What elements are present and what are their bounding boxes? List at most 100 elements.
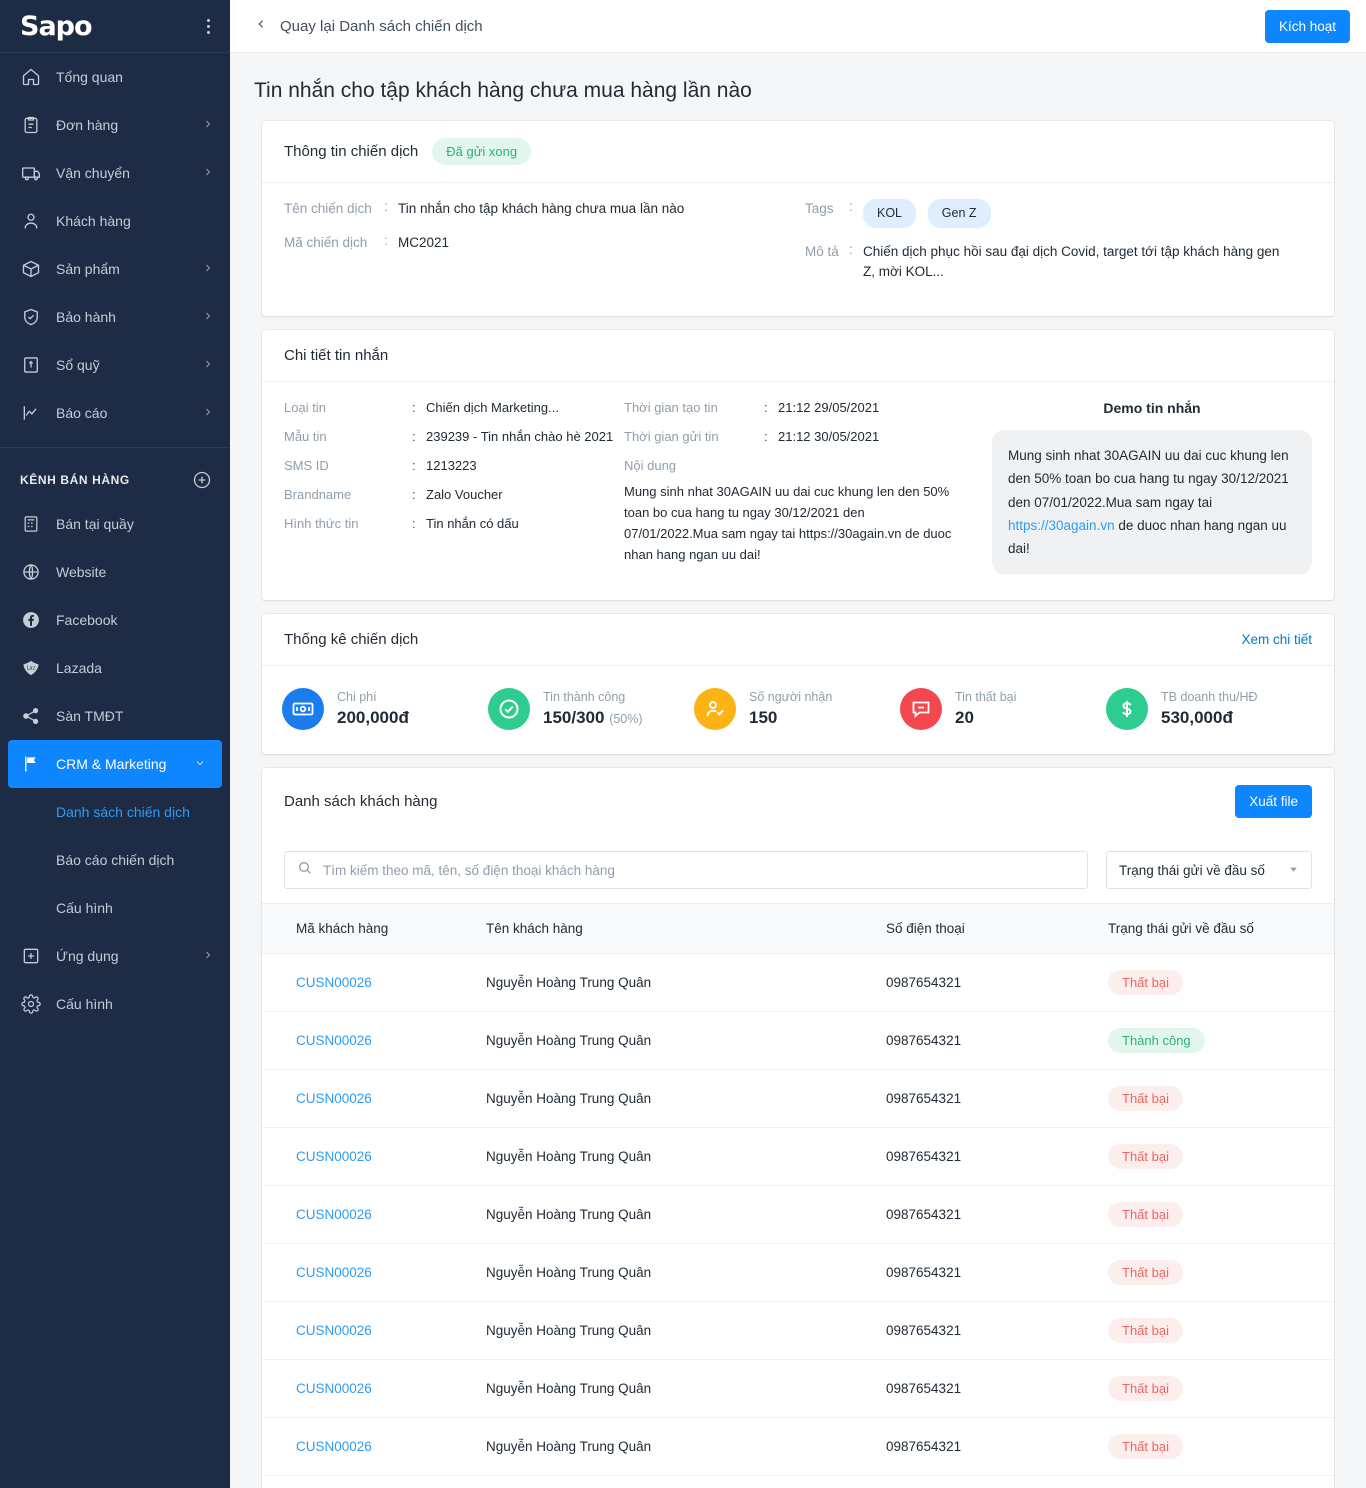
cell-customer-phone: 0987654321: [886, 1302, 1108, 1360]
message-format-label: Hình thức tin: [284, 516, 412, 531]
sidebar-item-cau-hinh[interactable]: Cấu hình: [0, 980, 230, 1028]
status-filter-select[interactable]: Trạng thái gửi về đầu số: [1106, 851, 1312, 889]
status-badge: Thất bại: [1108, 1202, 1183, 1227]
customer-code-link[interactable]: CUSN00026: [296, 1033, 372, 1048]
sms-id-row: SMS ID: 1213223: [284, 458, 624, 473]
sidebar-item-label: Khách hàng: [56, 213, 214, 229]
customer-code-link[interactable]: CUSN00026: [296, 1149, 372, 1164]
sidebar-subitem-cau-hinh[interactable]: Cấu hình: [0, 884, 230, 932]
sidebar-item-label: Website: [56, 564, 214, 580]
sidebar-item-ung-dung[interactable]: Ứng dụng: [0, 932, 230, 980]
cell-customer-code: CUSN00026: [262, 1418, 486, 1476]
cell-customer-status: Thất bại: [1108, 1128, 1334, 1186]
sent-time-value: 21:12 30/05/2021: [778, 429, 879, 444]
table-row: CUSN00026Nguyễn Hoàng Trung Quân09876543…: [262, 1302, 1334, 1360]
cell-customer-phone: 0987654321: [886, 1128, 1108, 1186]
sidebar-item-facebook[interactable]: Facebook: [0, 596, 230, 644]
cell-customer-phone: 0987654321: [886, 1186, 1108, 1244]
created-time-label: Thời gian tạo tin: [624, 400, 764, 415]
sidebar-item-crm-marketing[interactable]: CRM & Marketing: [8, 740, 222, 788]
stat-tb-doanh-thu: TB doanh thu/HĐ 530,000đ: [1106, 688, 1312, 730]
campaign-info-header: Thông tin chiến dịch Đã gửi xong: [262, 121, 1334, 182]
customer-code-link[interactable]: CUSN00026: [296, 1439, 372, 1454]
search-input[interactable]: [323, 863, 1075, 878]
demo-message-bubble: Mung sinh nhat 30AGAIN uu dai cuc khung …: [992, 430, 1312, 574]
campaign-info-card: Thông tin chiến dịch Đã gửi xong Tên chi…: [262, 121, 1334, 316]
cell-customer-phone: 0987654321: [886, 1418, 1108, 1476]
cell-customer-name: Nguyễn Hoàng Trung Quân: [486, 1360, 886, 1418]
campaign-tags-label: Tags: [805, 199, 849, 219]
sidebar-item-don-hang[interactable]: Đơn hàng: [0, 101, 230, 149]
cash-register-icon: [20, 513, 42, 535]
cell-customer-code: CUSN00026: [262, 1012, 486, 1070]
sidebar-subitem-bao-cao-chien-dich[interactable]: Báo cáo chiến dịch: [0, 836, 230, 884]
customer-table: Mã khách hàng Tên khách hàng Số điện tho…: [262, 903, 1334, 1488]
customer-code-link[interactable]: CUSN00026: [296, 1323, 372, 1338]
demo-message-link[interactable]: https://30again.vn: [1008, 518, 1115, 533]
cell-customer-code: CUSN00026: [262, 1244, 486, 1302]
tag-chip: Gen Z: [928, 199, 991, 228]
sms-id-label: SMS ID: [284, 458, 412, 473]
sidebar-item-bao-cao[interactable]: Báo cáo: [0, 389, 230, 437]
customer-code-link[interactable]: CUSN00026: [296, 1091, 372, 1106]
truck-icon: [20, 162, 42, 184]
sidebar-item-van-chuyen[interactable]: Vận chuyển: [0, 149, 230, 197]
globe-icon: [20, 561, 42, 583]
sidebar-channels: Bán tại quầy Website Facebook Laz Lazada…: [0, 500, 230, 1028]
customer-code-link[interactable]: CUSN00026: [296, 1207, 372, 1222]
campaign-info-right-column: Tags : KOL Gen Z Mô tả : Chiến dịch phục…: [791, 199, 1312, 296]
dollar-icon: [1106, 688, 1148, 730]
sidebar-item-tong-quan[interactable]: Tổng quan: [0, 53, 230, 101]
stat-value-sub: (50%): [609, 712, 642, 726]
message-format-value: Tin nhắn có dấu: [426, 516, 519, 531]
box-icon: [20, 258, 42, 280]
share-nodes-icon: [20, 705, 42, 727]
stat-tin-that-bai: Tin thất bại 20: [900, 688, 1106, 730]
campaign-code-value: MC2021: [398, 233, 449, 253]
brandname-value: Zalo Voucher: [426, 487, 503, 502]
sidebar-item-label: Bán tại quầy: [56, 516, 214, 532]
back-link-label: Quay lại Danh sách chiến dịch: [280, 18, 483, 35]
sidebar-item-bao-hanh[interactable]: Bảo hành: [0, 293, 230, 341]
chevron-right-icon: [202, 117, 214, 133]
sidebar-item-website[interactable]: Website: [0, 548, 230, 596]
kebab-menu-icon[interactable]: [203, 15, 214, 38]
view-detail-link[interactable]: Xem chi tiết: [1241, 632, 1312, 647]
campaign-stats-card: Thống kê chiến dịch Xem chi tiết Chi phí…: [262, 614, 1334, 754]
sidebar-item-san-pham[interactable]: Sản phẩm: [0, 245, 230, 293]
created-time-value: 21:12 29/05/2021: [778, 400, 879, 415]
cell-customer-phone: 0987654321: [886, 1244, 1108, 1302]
table-row: CUSN00026Nguyễn Hoàng Trung Quân09876543…: [262, 1418, 1334, 1476]
content-value: Mung sinh nhat 30AGAIN uu dai cuc khung …: [624, 481, 959, 565]
sidebar-item-so-quy[interactable]: Sổ quỹ: [0, 341, 230, 389]
customer-code-link[interactable]: CUSN00026: [296, 975, 372, 990]
sidebar-item-khach-hang[interactable]: Khách hàng: [0, 197, 230, 245]
campaign-code-label: Mã chiến dịch: [284, 233, 384, 253]
customer-code-link[interactable]: CUSN00026: [296, 1265, 372, 1280]
user-check-icon: [694, 688, 736, 730]
back-to-campaign-list-link[interactable]: Quay lại Danh sách chiến dịch: [254, 17, 483, 35]
table-row: CUSN00026Nguyễn Hoàng Trung Quân09876543…: [262, 1244, 1334, 1302]
export-file-button[interactable]: Xuất file: [1235, 785, 1312, 818]
sms-id-value: 1213223: [426, 458, 477, 473]
sidebar-item-label: Cấu hình: [56, 996, 214, 1012]
activate-button[interactable]: Kích hoạt: [1265, 10, 1350, 43]
add-channel-icon[interactable]: [192, 470, 212, 490]
stat-label: Số người nhận: [749, 690, 832, 704]
customer-list-card: Danh sách khách hàng Xuất file Trạng thá…: [262, 768, 1334, 1488]
sidebar-item-san-tmdt[interactable]: Sàn TMĐT: [0, 692, 230, 740]
user-icon: [20, 210, 42, 232]
clipboard-icon: [20, 114, 42, 136]
sidebar-item-lazada[interactable]: Laz Lazada: [0, 644, 230, 692]
campaign-name-label: Tên chiến dịch: [284, 199, 384, 219]
status-badge: Thất bại: [1108, 1318, 1183, 1343]
column-header-phone: Số điện thoại: [886, 904, 1108, 954]
chevron-right-icon: [202, 357, 214, 373]
gear-icon: [20, 993, 42, 1015]
sidebar-subitem-danh-sach-chien-dich[interactable]: Danh sách chiến dịch: [0, 788, 230, 836]
chart-line-icon: [20, 402, 42, 424]
sidebar-item-ban-tai-quay[interactable]: Bán tại quầy: [0, 500, 230, 548]
customer-code-link[interactable]: CUSN00026: [296, 1381, 372, 1396]
search-box[interactable]: [284, 851, 1088, 889]
campaign-name-row: Tên chiến dịch : Tin nhắn cho tập khách …: [284, 199, 791, 219]
